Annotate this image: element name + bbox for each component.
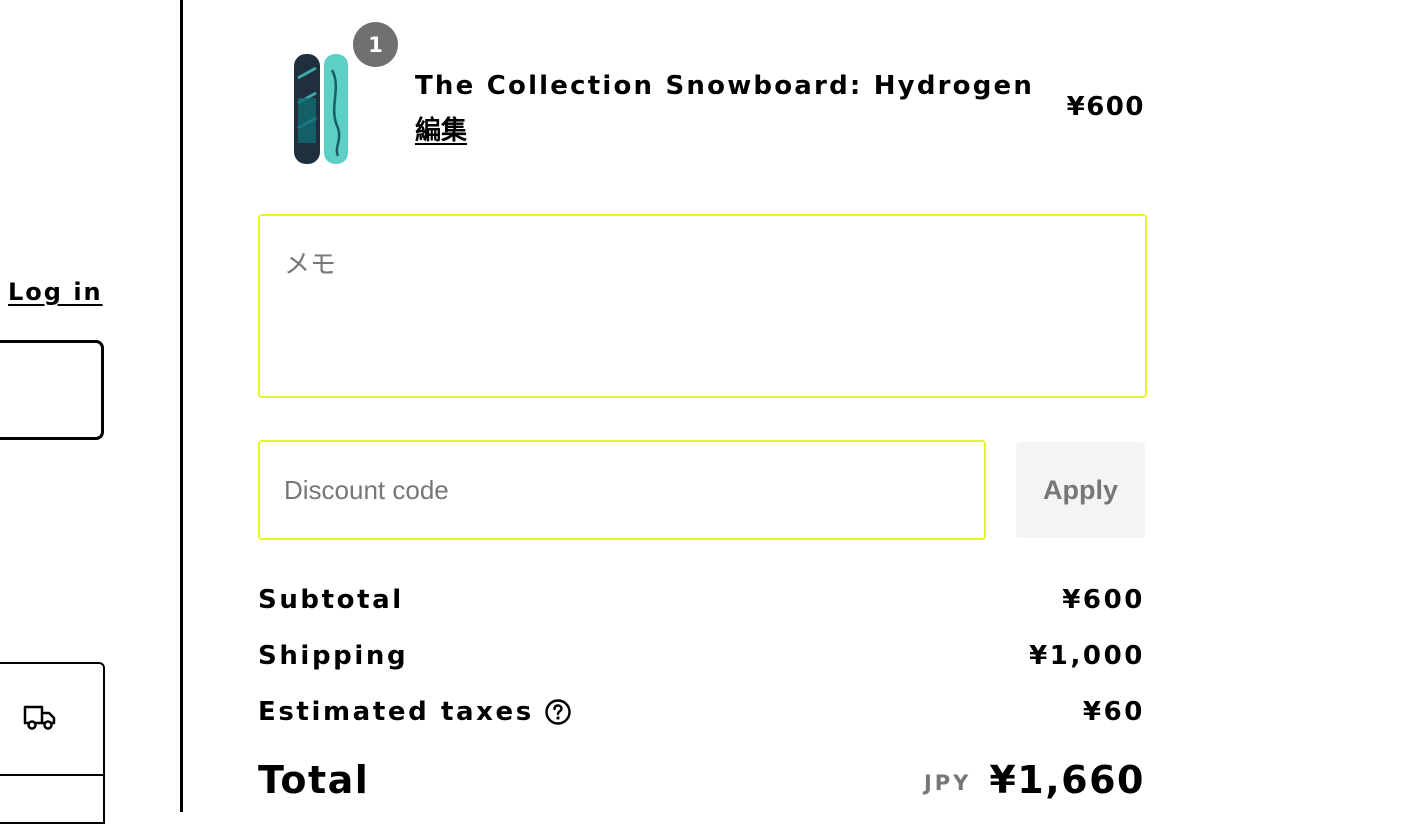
subtotal-value: ¥600 xyxy=(1062,585,1145,615)
taxes-label: Estimated taxes xyxy=(258,697,534,727)
product-name: The Collection Snowboard: Hydrogen xyxy=(415,71,1035,101)
truck-icon xyxy=(23,702,57,736)
login-box[interactable] xyxy=(0,340,104,440)
total-value: ¥1,660 xyxy=(989,758,1145,802)
edit-link[interactable]: 編集 xyxy=(415,110,467,147)
help-icon[interactable] xyxy=(544,698,572,726)
taxes-value: ¥60 xyxy=(1082,697,1145,727)
taxes-label-wrap: Estimated taxes xyxy=(258,697,572,727)
subtotal-row: Subtotal ¥600 xyxy=(258,585,1145,615)
total-value-wrap: JPY ¥1,660 xyxy=(924,758,1145,802)
total-label: Total xyxy=(258,758,370,802)
shipping-option-2[interactable] xyxy=(0,774,105,824)
shipping-value: ¥1,000 xyxy=(1029,641,1145,671)
product-thumbnail xyxy=(276,48,368,168)
shipping-label: Shipping xyxy=(258,641,409,671)
shipping-option[interactable] xyxy=(0,662,105,776)
total-row: Total JPY ¥1,660 xyxy=(258,758,1145,802)
taxes-row: Estimated taxes ¥60 xyxy=(258,697,1145,727)
note-textarea[interactable] xyxy=(258,214,1147,398)
quantity-badge: 1 xyxy=(353,22,398,67)
discount-code-input[interactable] xyxy=(258,440,986,540)
apply-button[interactable]: Apply xyxy=(1016,442,1145,538)
column-divider xyxy=(180,0,183,812)
subtotal-label: Subtotal xyxy=(258,585,404,615)
login-link[interactable]: Log in xyxy=(8,278,103,306)
product-price: ¥600 xyxy=(1066,92,1145,122)
currency-code: JPY xyxy=(923,770,972,795)
shipping-row: Shipping ¥1,000 xyxy=(258,641,1145,671)
